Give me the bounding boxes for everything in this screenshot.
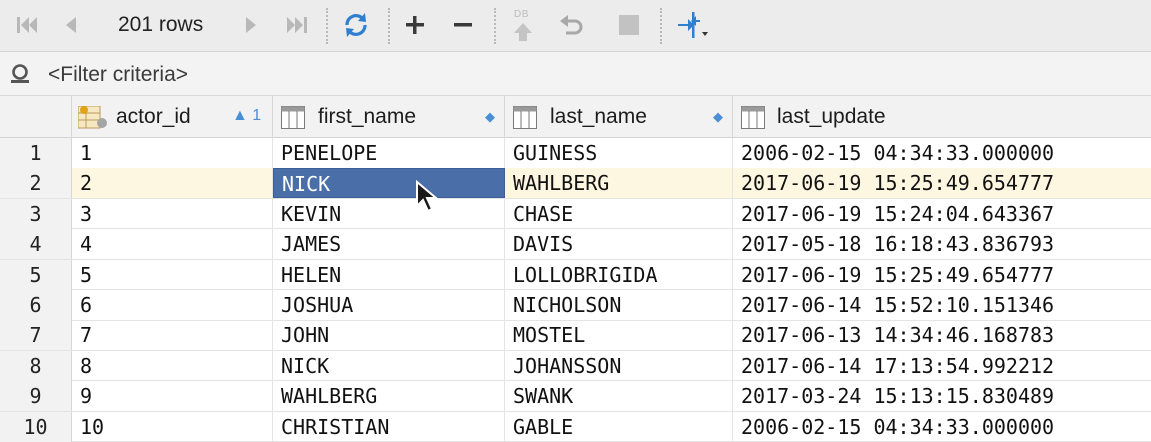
cell-last-update[interactable]: 2017-06-13 14:34:46.168783 xyxy=(733,320,1151,350)
filter-criteria-input[interactable]: <Filter criteria> xyxy=(48,63,188,87)
row-count-label[interactable]: 201 rows xyxy=(118,12,203,38)
column-header-last-name[interactable]: last_name ◆ xyxy=(505,96,733,138)
column-header-label: first_name xyxy=(318,105,417,128)
toolbar-separator xyxy=(326,8,328,44)
reload-icon[interactable] xyxy=(338,8,374,42)
cell-first-name[interactable]: HELEN xyxy=(273,259,505,290)
cell-actor-id[interactable]: 7 xyxy=(72,320,273,351)
row-number[interactable]: 1 xyxy=(0,138,72,168)
cell-first-name[interactable]: NICK xyxy=(273,350,505,381)
row-number[interactable]: 3 xyxy=(0,198,72,229)
cell-last-name[interactable]: NICHOLSON xyxy=(505,290,733,320)
last-page-icon[interactable] xyxy=(280,8,314,42)
cell-actor-id[interactable]: 2 xyxy=(72,168,273,199)
table-row[interactable]: 7 7 JOHN MOSTEL 2017-06-13 14:34:46.168783 xyxy=(0,320,1151,351)
row-number[interactable]: 9 xyxy=(0,381,72,412)
cell-actor-id[interactable]: 6 xyxy=(72,290,273,320)
cell-first-name[interactable]: WAHLBERG xyxy=(273,381,505,412)
cell-first-name[interactable]: CHRISTIAN xyxy=(273,411,505,442)
next-page-icon[interactable] xyxy=(236,8,266,42)
cell-last-update[interactable]: 2017-06-14 15:52:10.151346 xyxy=(733,290,1151,320)
sort-indicator[interactable]: ◆ xyxy=(713,109,723,125)
cell-last-update[interactable]: 2006-02-15 04:34:33.000000 xyxy=(733,412,1151,442)
cell-last-name[interactable]: GUINESS xyxy=(505,138,733,168)
cell-last-update[interactable]: 2017-06-14 17:13:54.992212 xyxy=(733,351,1151,381)
cell-last-update[interactable]: 2017-05-18 16:18:43.836793 xyxy=(733,229,1151,259)
column-header-label: actor_id xyxy=(116,105,191,128)
cell-first-name[interactable]: JOSHUA xyxy=(273,290,505,320)
toolbar: 201 rows DB xyxy=(0,0,1151,52)
table-row[interactable]: 4 4 JAMES DAVIS 2017-05-18 16:18:43.836793 xyxy=(0,229,1151,260)
cell-actor-id[interactable]: 9 xyxy=(72,381,273,412)
compare-arrows-icon[interactable] xyxy=(672,8,712,42)
row-number[interactable]: 7 xyxy=(0,320,72,351)
cell-actor-id[interactable]: 4 xyxy=(72,229,273,260)
toolbar-separator xyxy=(388,8,390,44)
table-row[interactable]: 10 10 CHRISTIAN GABLE 2006-02-15 04:34:33.00… xyxy=(0,411,1151,442)
search-icon[interactable] xyxy=(6,58,36,92)
cell-first-name[interactable]: KEVIN xyxy=(273,198,505,229)
first-page-icon[interactable] xyxy=(10,8,44,42)
column-header-label: last_update xyxy=(777,105,886,128)
table-row[interactable]: 6 6 JOSHUA NICHOLSON 2017-06-14 15:52:10.151… xyxy=(0,290,1151,321)
cell-first-name[interactable]: JAMES xyxy=(273,229,505,260)
column-header-last-update[interactable]: last_update xyxy=(733,96,1151,138)
row-number[interactable]: 8 xyxy=(0,350,72,381)
cell-actor-id[interactable]: 3 xyxy=(72,198,273,229)
minus-icon[interactable] xyxy=(446,8,480,42)
column-header-first-name[interactable]: first_name ◆ xyxy=(273,96,505,138)
cell-actor-id[interactable]: 1 xyxy=(72,138,273,168)
cell-actor-id[interactable]: 10 xyxy=(72,411,273,442)
db-submit-icon[interactable] xyxy=(506,14,540,48)
previous-page-icon[interactable] xyxy=(56,8,86,42)
mouse-pointer-icon xyxy=(414,179,442,219)
table-row[interactable]: 8 8 NICK JOHANSSON 2017-06-14 17:13:54.99221… xyxy=(0,350,1151,382)
cell-last-name[interactable]: DAVIS xyxy=(505,229,733,260)
grid-header: actor_id ▲ 1 first_name ◆ last_name ◆ la… xyxy=(0,96,1151,138)
table-row[interactable]: 5 5 HELEN LOLLOBRIGIDA 2017-06-19 15:25:49.6… xyxy=(0,259,1151,291)
cell-last-name[interactable]: GABLE xyxy=(505,411,733,442)
undo-icon[interactable] xyxy=(554,8,588,42)
column-header-label: last_name xyxy=(550,105,647,128)
toolbar-separator xyxy=(660,8,662,44)
cell-last-name[interactable]: WAHLBERG xyxy=(505,168,733,199)
cell-last-name[interactable]: SWANK xyxy=(505,381,733,412)
row-number-header xyxy=(0,96,72,138)
row-number[interactable]: 6 xyxy=(0,290,72,320)
cell-first-name[interactable]: JOHN xyxy=(273,320,505,351)
cell-last-update[interactable]: 2017-06-19 15:24:04.643367 xyxy=(733,199,1151,229)
cell-actor-id[interactable]: 5 xyxy=(72,259,273,290)
cell-first-name[interactable]: PENELOPE xyxy=(273,138,505,168)
cell-last-name[interactable]: MOSTEL xyxy=(505,320,733,351)
cell-actor-id[interactable]: 8 xyxy=(72,350,273,381)
sort-indicator[interactable]: ◆ xyxy=(485,109,495,125)
cell-last-name[interactable]: JOHANSSON xyxy=(505,350,733,381)
row-number[interactable]: 10 xyxy=(0,411,72,442)
cell-last-update[interactable]: 2017-06-19 15:25:49.654777 xyxy=(733,260,1151,290)
column-header-actor-id[interactable]: actor_id ▲ 1 xyxy=(72,96,273,138)
stop-icon[interactable] xyxy=(612,8,646,42)
plus-icon[interactable] xyxy=(398,8,432,42)
table-row[interactable]: 1 1 PENELOPE GUINESS 2006-02-15 04:34:33.000… xyxy=(0,138,1151,169)
row-number[interactable]: 5 xyxy=(0,259,72,290)
cell-last-update[interactable]: 2006-02-15 04:34:33.000000 xyxy=(733,138,1151,168)
cell-last-update[interactable]: 2017-06-19 15:25:49.654777 xyxy=(733,168,1151,198)
table-row[interactable]: 3 3 KEVIN CHASE 2017-06-19 15:24:04.643367 xyxy=(0,198,1151,230)
table-row[interactable]: 2 2 NICK WAHLBERG 2017-06-19 15:25:49.654777 xyxy=(0,168,1151,199)
cell-first-name[interactable]: NICK xyxy=(273,168,505,199)
row-number[interactable]: 2 xyxy=(0,168,72,199)
row-number[interactable]: 4 xyxy=(0,229,72,260)
sort-indicator[interactable]: ▲ 1 xyxy=(232,107,261,125)
cell-last-name[interactable]: CHASE xyxy=(505,198,733,229)
cell-last-update[interactable]: 2017-03-24 15:13:15.830489 xyxy=(733,381,1151,411)
filter-bar[interactable]: <Filter criteria> xyxy=(0,52,1151,96)
cell-last-name[interactable]: LOLLOBRIGIDA xyxy=(505,259,733,290)
toolbar-separator xyxy=(494,8,496,44)
table-row[interactable]: 9 9 WAHLBERG SWANK 2017-03-24 15:13:15.83048… xyxy=(0,381,1151,412)
